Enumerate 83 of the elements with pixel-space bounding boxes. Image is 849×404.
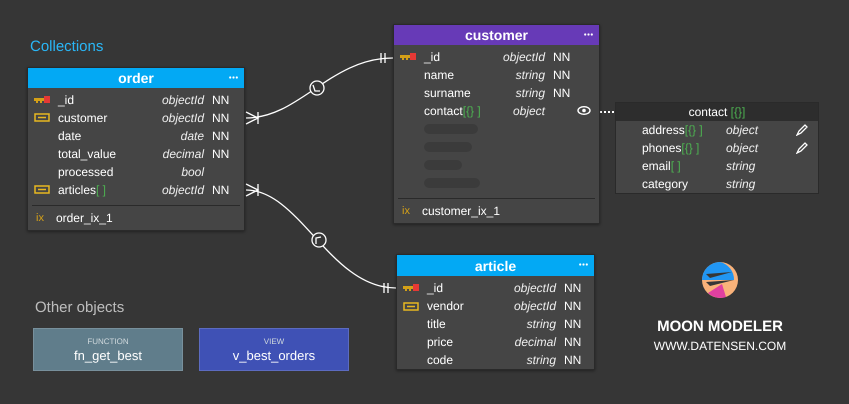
not-null-label: NN xyxy=(552,50,570,64)
object-card[interactable]: FUNCTION fn_get_best xyxy=(33,328,183,371)
table-name: article xyxy=(474,258,516,274)
field-type: object xyxy=(726,141,760,155)
not-null-label: NN xyxy=(563,335,582,349)
field-type: string xyxy=(526,317,556,331)
field-type: string xyxy=(526,353,556,367)
not-null-label: NN xyxy=(563,317,582,331)
field-type: objectId xyxy=(162,92,204,107)
field-name: title xyxy=(427,317,447,331)
table-header[interactable]: customer xyxy=(394,25,599,45)
link-icon xyxy=(403,302,419,310)
field-name: category xyxy=(642,177,690,191)
object-kind: FUNCTION xyxy=(87,336,129,346)
section-title: Collections xyxy=(30,38,104,55)
field-name: _id xyxy=(58,92,76,107)
dotted-connector xyxy=(600,111,615,113)
field-type: object xyxy=(512,104,545,118)
index-label: ix xyxy=(36,212,44,224)
not-null-label: NN xyxy=(211,110,230,125)
field-name: phones[{} ] xyxy=(642,141,700,155)
table-name: order xyxy=(118,70,154,86)
field-name: date xyxy=(58,128,82,143)
field-name: email[ ] xyxy=(642,159,682,173)
field-name: price xyxy=(427,335,454,349)
link-icon xyxy=(34,113,50,122)
object-kind: VIEW xyxy=(264,336,284,346)
not-null-label: NN xyxy=(563,353,582,367)
eye-icon[interactable] xyxy=(577,106,591,116)
field-type: string xyxy=(516,86,545,100)
index-name: order_ix_1 xyxy=(56,210,113,225)
menu-icon[interactable] xyxy=(584,33,593,36)
brand-url: WWW.DATENSEN.COM xyxy=(654,339,786,353)
not-null-label: NN xyxy=(563,281,582,295)
pencil-icon[interactable] xyxy=(796,124,808,136)
pencil-icon[interactable] xyxy=(796,142,808,154)
field-type: objectId xyxy=(514,299,556,313)
field-type: objectId xyxy=(162,182,204,197)
field-name: name xyxy=(424,68,456,82)
key-icon xyxy=(34,96,50,104)
field-type: decimal xyxy=(162,146,204,161)
not-null-label: NN xyxy=(211,92,230,107)
subdocument-name: contact [{}] xyxy=(688,105,746,119)
field-type: date xyxy=(180,128,204,143)
index-label: ix xyxy=(402,204,410,217)
field-name: _id xyxy=(424,50,442,64)
field-type: objectId xyxy=(502,50,545,64)
section-title: Other objects xyxy=(35,299,124,316)
subdocument-table[interactable]: contact [{}] address[{} ] object phones[{} ] object email[ ] string category string xyxy=(615,102,819,194)
field-type: objectId xyxy=(162,110,204,125)
object-card[interactable]: VIEW v_best_orders xyxy=(199,328,349,371)
object-name: fn_get_best xyxy=(74,348,142,362)
field-name: address[{} ] xyxy=(642,123,704,137)
field-type: bool xyxy=(181,164,204,179)
field-name: articles[ ] xyxy=(58,182,108,197)
field-name: vendor xyxy=(427,299,465,313)
field-name: code xyxy=(427,353,454,367)
logo-icon xyxy=(700,260,740,300)
field-name: customer xyxy=(58,110,108,125)
field-type: object xyxy=(726,123,760,137)
key-icon xyxy=(403,284,419,292)
field-name: processed xyxy=(58,164,114,179)
field-name: surname xyxy=(424,86,472,100)
not-null-label: NN xyxy=(211,146,230,161)
not-null-label: NN xyxy=(211,182,230,197)
table-name: customer xyxy=(464,26,528,43)
link-icon xyxy=(34,185,50,194)
not-null-label: NN xyxy=(552,86,570,100)
field-type: string xyxy=(726,177,756,191)
index-name: customer_ix_1 xyxy=(422,204,500,218)
field-type: decimal xyxy=(514,335,556,349)
not-null-label: NN xyxy=(563,299,582,313)
field-name: total_value xyxy=(58,146,118,161)
field-type: string xyxy=(516,68,545,82)
object-name: v_best_orders xyxy=(232,348,316,362)
not-null-label: NN xyxy=(211,128,230,143)
field-type: string xyxy=(726,159,756,173)
not-null-label: NN xyxy=(552,68,570,82)
brand-name: MOON MODELER xyxy=(657,318,783,335)
key-icon xyxy=(400,52,416,61)
field-name: _id xyxy=(427,281,444,295)
field-type: objectId xyxy=(514,281,556,295)
field-name: contact[{} ] xyxy=(424,104,482,118)
